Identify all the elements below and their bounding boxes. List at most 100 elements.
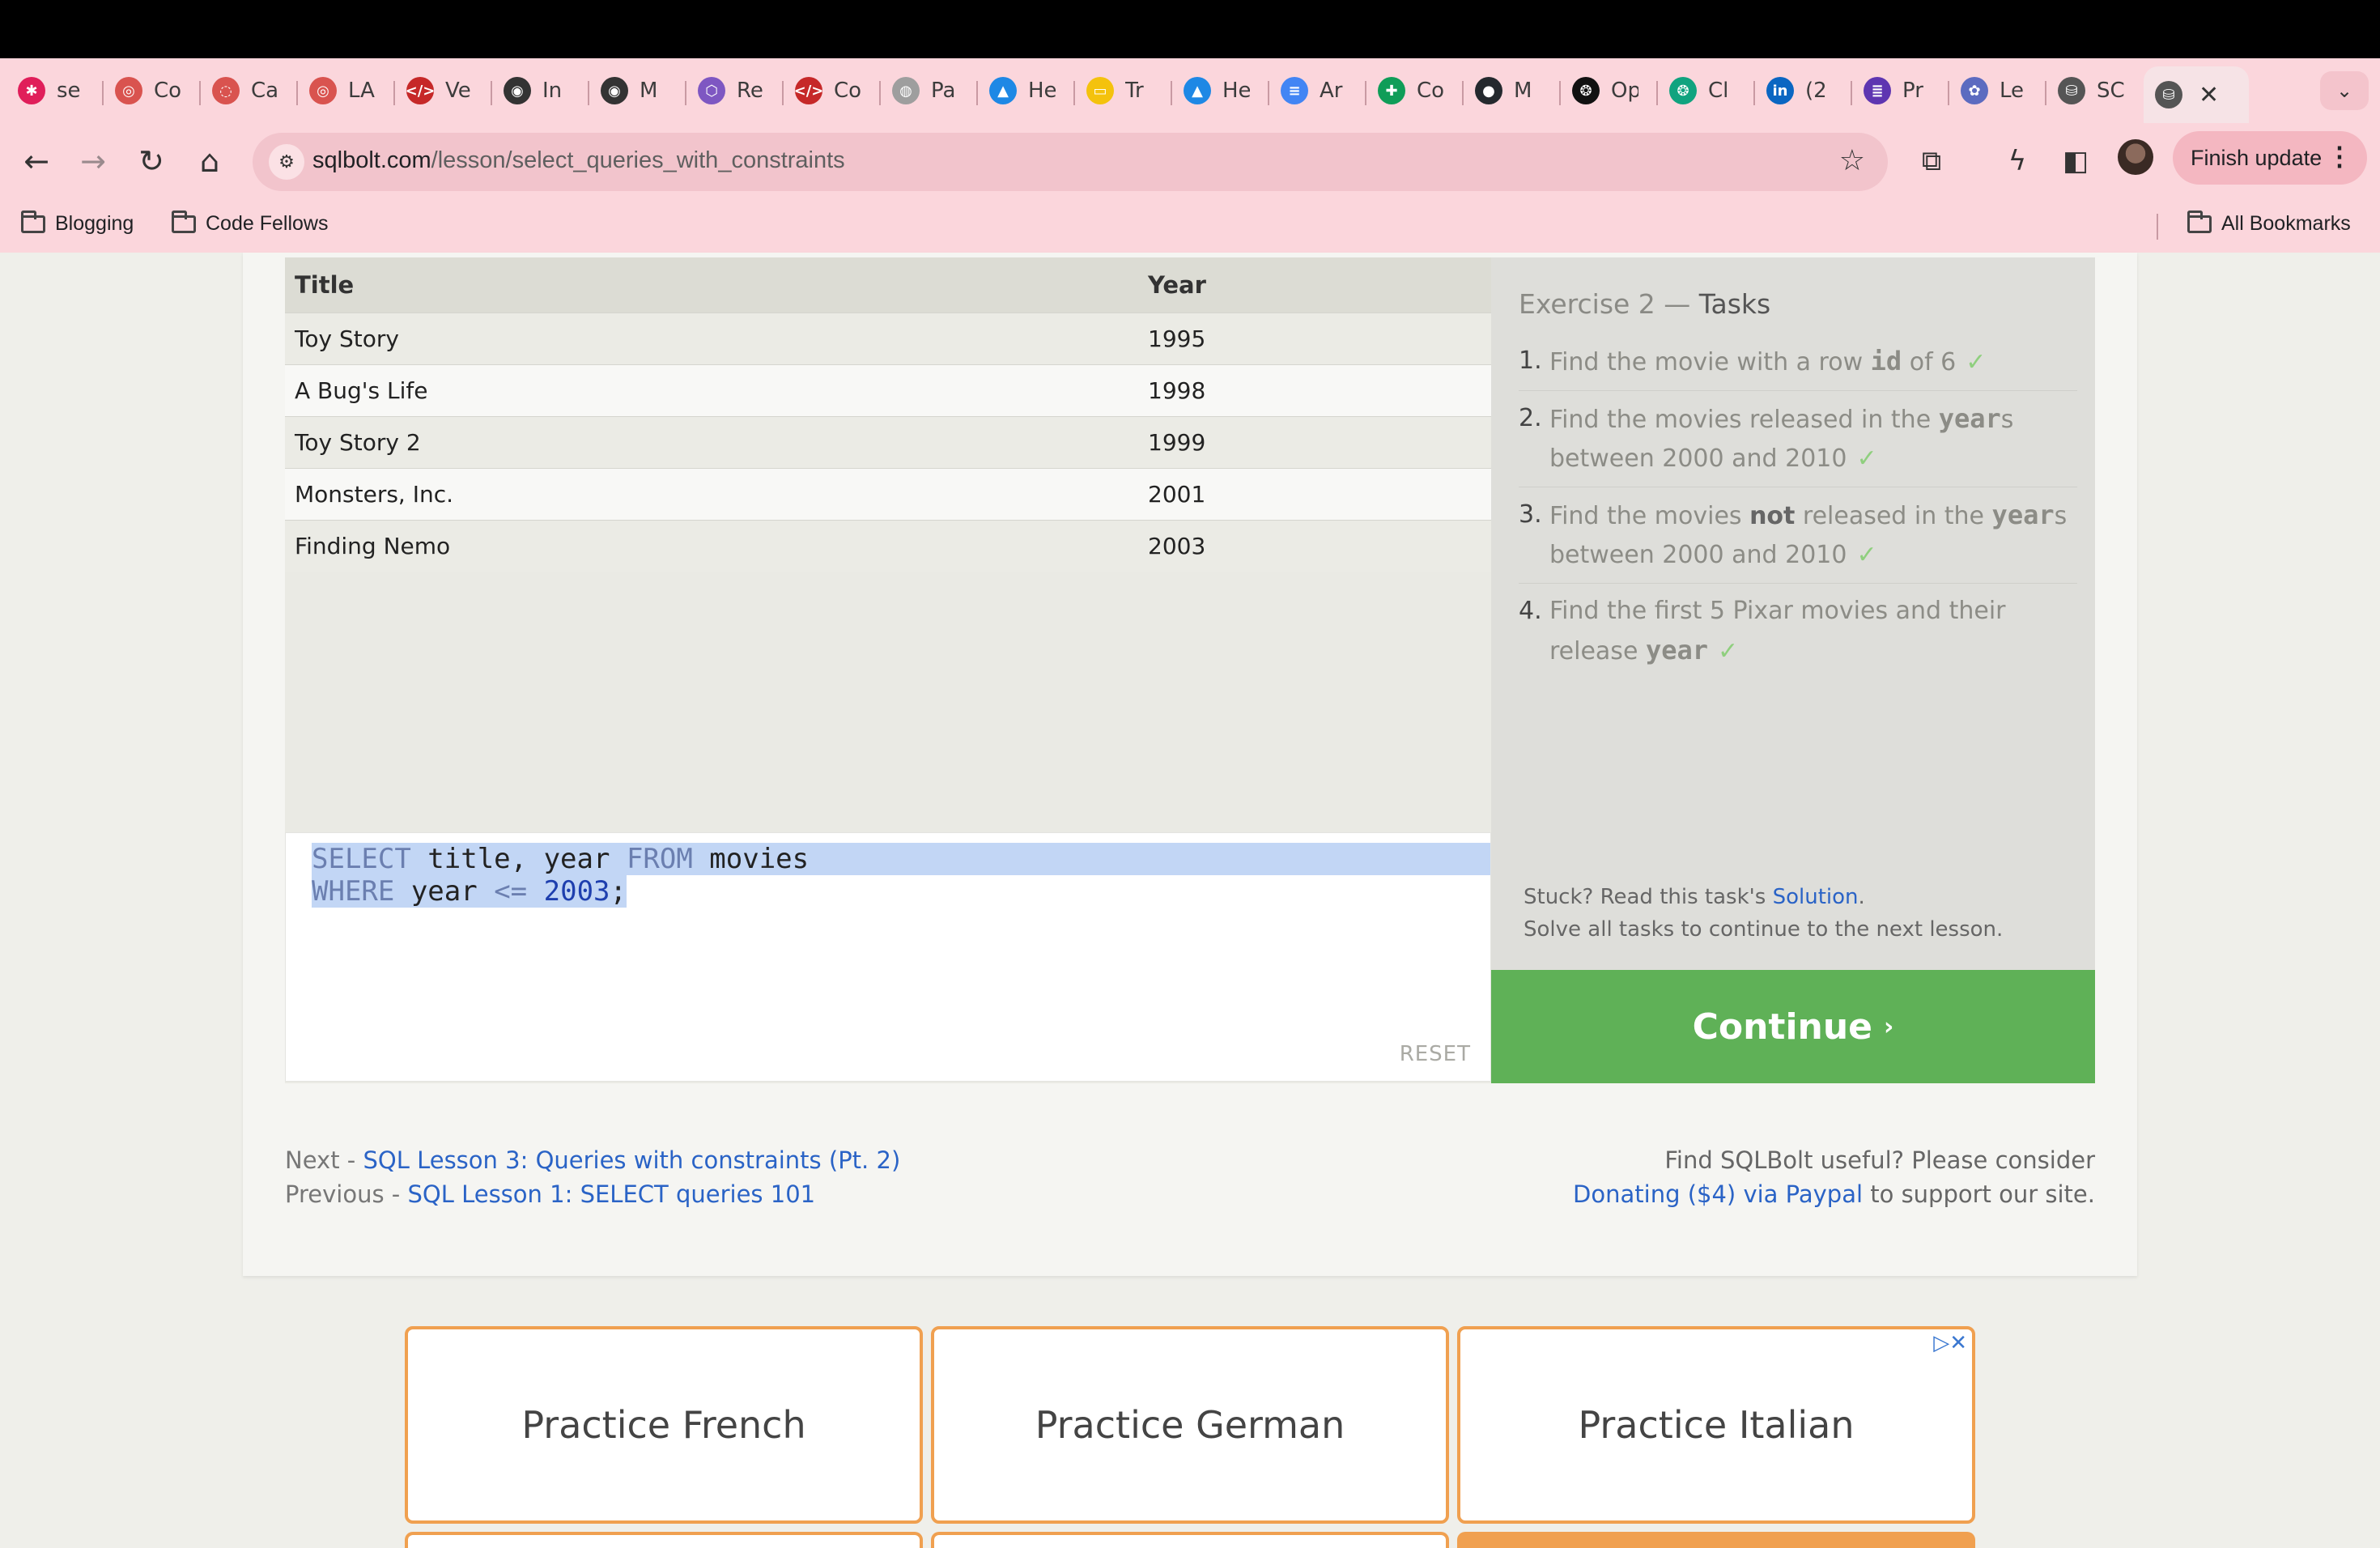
- browser-tab[interactable]: </> Co: [784, 66, 873, 115]
- home-icon[interactable]: ⌂: [189, 141, 230, 181]
- browser-tab[interactable]: ❂ Cl: [1658, 66, 1747, 115]
- browser-tab[interactable]: ◉ In: [492, 66, 581, 115]
- tab-favicon-icon: ▲: [989, 77, 1017, 104]
- tab-favicon-icon: ❂: [1669, 77, 1697, 104]
- tab-title: M: [1514, 79, 1532, 103]
- donate-link[interactable]: Donating ($4) via Paypal: [1573, 1180, 1863, 1208]
- browser-tab[interactable]: ≡ Ar: [1269, 66, 1358, 115]
- tab-search-chevron-icon[interactable]: ⌄: [2320, 71, 2369, 110]
- browser-tab[interactable]: </> Ve: [395, 66, 484, 115]
- code-text: year: [394, 875, 495, 908]
- task-text: Find the movie with a row: [1549, 348, 1871, 376]
- next-prefix: Next -: [285, 1146, 363, 1174]
- browser-tab[interactable]: ◍ Pa: [881, 66, 970, 115]
- browser-tab[interactable]: ◎ Co: [104, 66, 193, 115]
- tab-title: He: [1222, 79, 1250, 103]
- all-bookmarks[interactable]: All Bookmarks: [2187, 210, 2351, 236]
- address-bar[interactable]: ⚙ sqlbolt.com/lesson/select_queries_with…: [253, 133, 1888, 191]
- ad-choices-close-icon[interactable]: ▷✕: [1933, 1331, 1967, 1355]
- bookmarks-divider: [2157, 214, 2158, 240]
- solution-link[interactable]: Solution: [1773, 885, 1859, 909]
- ad-practice-french[interactable]: Practice French: [405, 1326, 923, 1524]
- task-number: 3.: [1519, 500, 1542, 529]
- operator: <=: [494, 875, 528, 908]
- tasks-panel: Exercise 2 — Tasks 1. Find the movie with…: [1491, 257, 2095, 970]
- tab-title: In: [542, 79, 563, 103]
- browser-tab[interactable]: ⬡ Re: [686, 66, 776, 115]
- tab-title: Pa: [931, 79, 956, 103]
- os-menu-bar: [0, 0, 2380, 58]
- browser-tab[interactable]: ▲ He: [1172, 66, 1261, 115]
- tab-favicon-icon: </>: [794, 77, 823, 104]
- results-header-row: Title Year: [285, 257, 1491, 313]
- finish-update-button[interactable]: Finish update ⋮: [2173, 131, 2367, 185]
- reload-icon[interactable]: ↻: [131, 141, 172, 181]
- tab-favicon-icon: ●: [1475, 77, 1502, 104]
- browser-tab[interactable]: ▲ He: [978, 66, 1067, 115]
- address-url[interactable]: sqlbolt.com/lesson/select_queries_with_c…: [312, 147, 845, 174]
- cell-year: 2003: [1143, 519, 1491, 572]
- extensions-icon[interactable]: ⧉: [1912, 141, 1951, 181]
- task-emphasis: not: [1749, 502, 1796, 530]
- task-code: year: [1938, 403, 2001, 434]
- browser-tab[interactable]: ≣ Pr: [1852, 66, 1941, 115]
- next-lesson-link[interactable]: SQL Lesson 3: Queries with constraints (…: [363, 1146, 900, 1174]
- editor-line-2[interactable]: WHERE year <= 2003;: [312, 875, 627, 908]
- tab-favicon-icon: ≣: [1864, 77, 1891, 104]
- donate-note: Find SQLBolt useful? Please consider Don…: [1573, 1143, 2095, 1211]
- next-lesson: Next - SQL Lesson 3: Queries with constr…: [285, 1143, 900, 1177]
- number-literal: 2003: [543, 875, 610, 908]
- continue-button[interactable]: Continue ›: [1491, 970, 2095, 1083]
- side-panel-icon[interactable]: ◧: [2056, 141, 2095, 181]
- cell-year: 1999: [1143, 415, 1491, 468]
- folder-icon: [21, 210, 45, 233]
- browser-tab[interactable]: ◎ LA: [298, 66, 387, 115]
- ad-practice-german[interactable]: Practice German: [931, 1326, 1449, 1524]
- address-host: sqlbolt.com: [312, 147, 431, 173]
- bookmark-code-fellows[interactable]: Code Fellows: [172, 210, 328, 236]
- tab-favicon-icon: ⛁: [2058, 77, 2085, 104]
- browser-tab[interactable]: ● M: [1464, 66, 1553, 115]
- editor-line-1[interactable]: SELECT title, year FROM movies: [312, 843, 1490, 875]
- tab-close-icon[interactable]: ✕: [2199, 81, 2219, 109]
- browser-tab[interactable]: ◌ Ca: [201, 66, 290, 115]
- forward-icon[interactable]: →: [73, 141, 113, 181]
- prev-prefix: Previous -: [285, 1180, 408, 1208]
- tab-favicon-icon: ◉: [601, 77, 628, 104]
- stuck-text: Stuck? Read this task's: [1524, 885, 1773, 909]
- previous-lesson-link[interactable]: SQL Lesson 1: SELECT queries 101: [407, 1180, 815, 1208]
- keyword-where: WHERE: [312, 875, 395, 908]
- tab-title: Re: [737, 79, 763, 103]
- lesson-nav: Next - SQL Lesson 3: Queries with constr…: [285, 1143, 900, 1211]
- keyword-select: SELECT: [312, 843, 411, 875]
- results-table: Title Year Toy Story 1995 A Bug's Life 199…: [285, 257, 1491, 572]
- reset-button[interactable]: RESET: [1400, 1042, 1471, 1066]
- ad-practice-italian[interactable]: Practice Italian ▷✕: [1457, 1326, 1975, 1524]
- browser-tab[interactable]: ◉ M: [589, 66, 678, 115]
- performance-icon[interactable]: ϟ: [1998, 141, 2037, 181]
- browser-tab[interactable]: ❂ Op: [1561, 66, 1650, 115]
- stuck-line: Stuck? Read this task's Solution.: [1524, 881, 2003, 913]
- site-info-icon[interactable]: ⚙: [269, 144, 304, 180]
- browser-tab[interactable]: ✿ Le: [1949, 66, 2038, 115]
- back-icon[interactable]: ←: [16, 141, 57, 181]
- sql-editor[interactable]: SELECT title, year FROM movies WHERE yea…: [285, 832, 1491, 1082]
- profile-avatar[interactable]: [2118, 139, 2153, 175]
- cell-year: 2001: [1143, 467, 1491, 520]
- tab-favicon-icon: ◍: [892, 77, 920, 104]
- solve-all-text: Solve all tasks to continue to the next …: [1524, 917, 2004, 942]
- tab-favicon-icon: in: [1766, 77, 1794, 104]
- task-item: 3. Find the movies not released in the ye…: [1519, 495, 2077, 584]
- browser-tab[interactable]: ⛁ ✕: [2144, 66, 2249, 123]
- browser-tab[interactable]: ✱ se: [6, 66, 96, 115]
- cell-title: Toy Story 2: [285, 415, 1143, 468]
- finish-update-label: Finish update: [2191, 145, 2323, 170]
- browser-tab[interactable]: in (2: [1755, 66, 1844, 115]
- browser-tab[interactable]: ✚ Co: [1366, 66, 1456, 115]
- keyword-from: FROM: [626, 843, 693, 875]
- tab-title: Co: [154, 79, 181, 103]
- bookmark-blogging[interactable]: Blogging: [21, 210, 134, 236]
- browser-tab[interactable]: ⛁ SC: [2046, 66, 2136, 115]
- bookmark-star-icon[interactable]: ☆: [1839, 144, 1865, 177]
- browser-tab[interactable]: ▭ Tr: [1075, 66, 1164, 115]
